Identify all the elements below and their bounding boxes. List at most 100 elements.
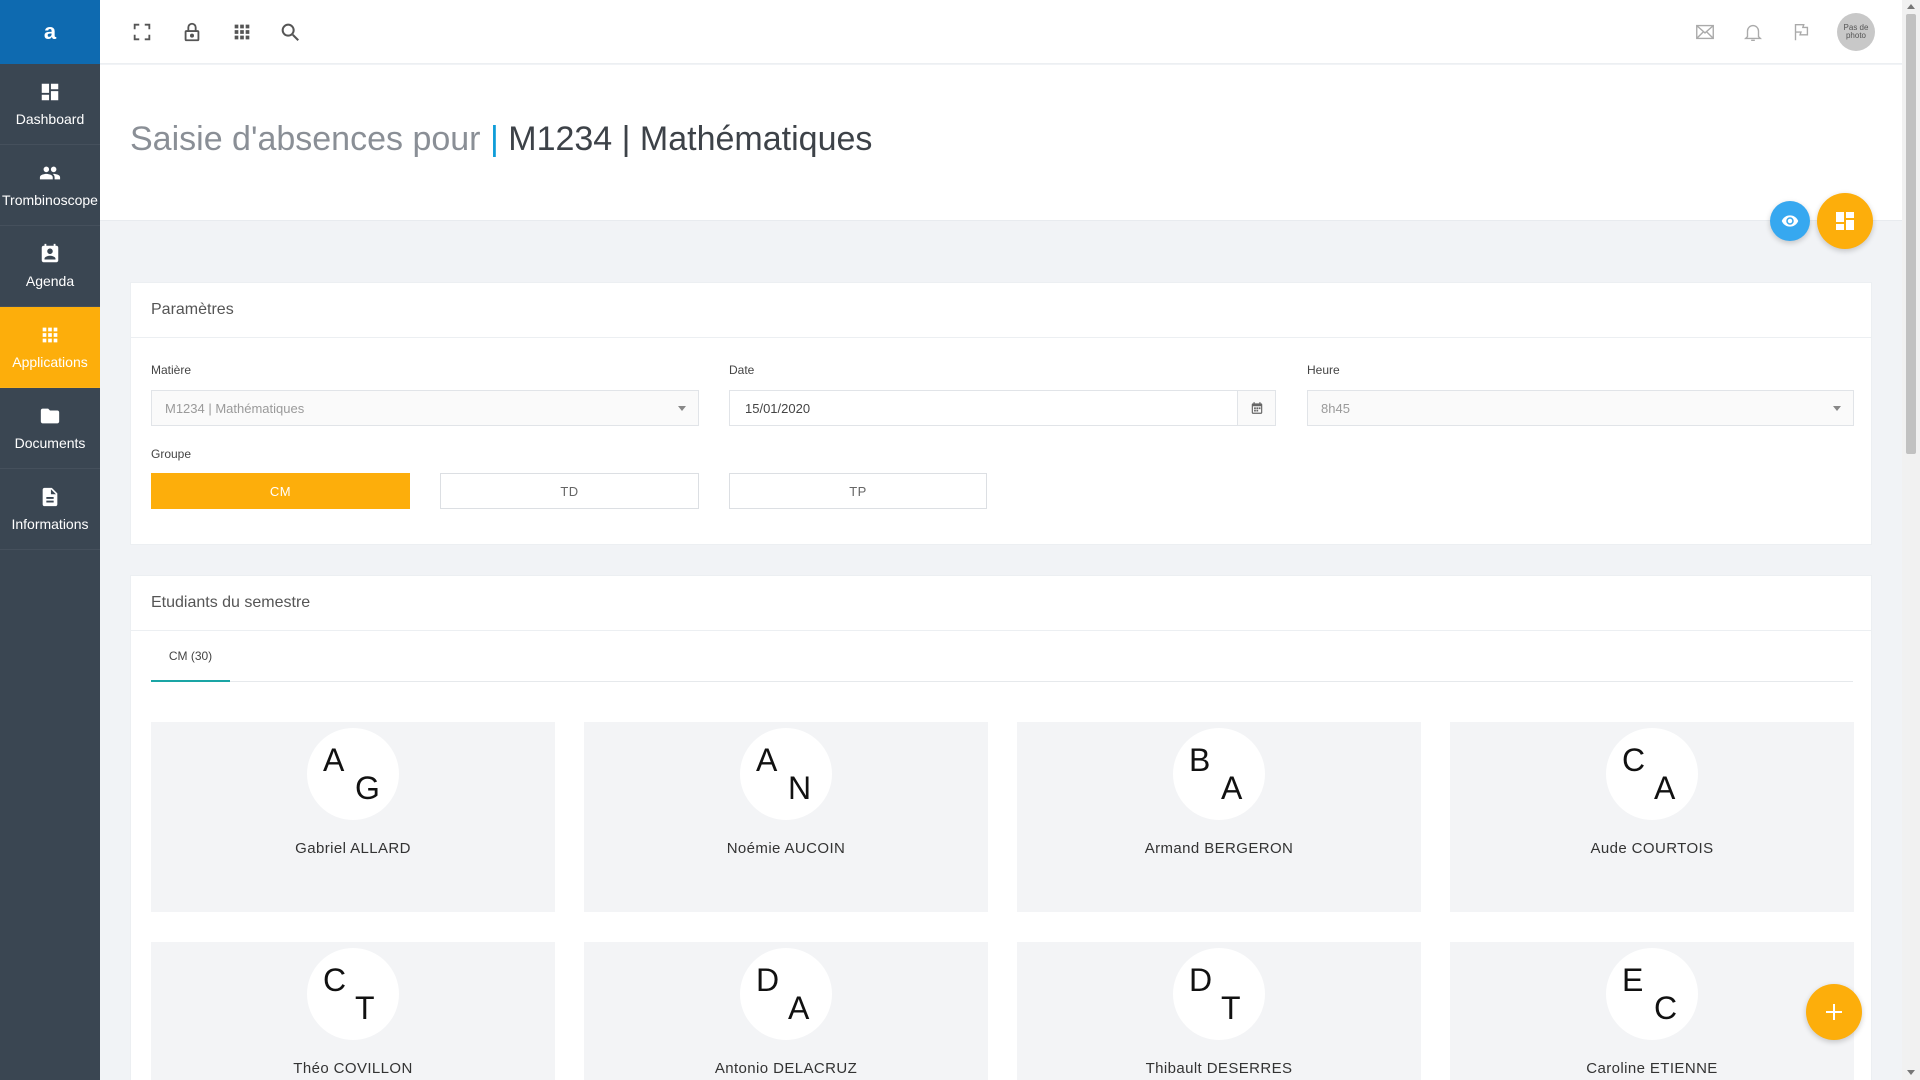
flag-icon[interactable] [1789, 20, 1813, 44]
initial-first: E [1622, 962, 1644, 998]
student-name: Aude COURTOIS [1590, 840, 1714, 857]
initial-second: C [1654, 990, 1678, 1026]
sidebar-item-label: Applications [12, 354, 88, 370]
group-button-cm[interactable]: CM [151, 473, 410, 509]
initial-first: C [1622, 742, 1646, 778]
sidebar-item-label: Informations [11, 516, 89, 532]
avatar: BA [1173, 728, 1265, 820]
add-button[interactable] [1806, 984, 1862, 1040]
search-icon[interactable] [278, 20, 302, 44]
scroll-up-icon[interactable] [1907, 4, 1915, 9]
eye-icon [1781, 215, 1799, 227]
student-card[interactable]: DA Antonio DELACRUZ [584, 942, 988, 1080]
group-button-tp[interactable]: TP [729, 473, 987, 509]
sidebar-item-label: Agenda [25, 273, 75, 289]
initial-first: D [1189, 962, 1213, 998]
contact-book-icon [41, 243, 59, 263]
calendar-icon [1251, 402, 1262, 414]
student-card[interactable]: DT Thibault DESERRES [1017, 942, 1421, 1080]
people-icon [39, 166, 61, 180]
group-tabs: CM (30) [151, 632, 1853, 682]
matiere-value: M1234 | Mathématiques [165, 400, 305, 416]
avatar: EC [1606, 948, 1698, 1040]
initial-first: D [756, 962, 780, 998]
bell-icon[interactable] [1741, 20, 1765, 44]
student-card[interactable]: CA Aude COURTOIS [1450, 722, 1854, 912]
initial-second: N [788, 770, 812, 806]
page-title-prefix: Saisie d'absences pour [130, 120, 481, 158]
student-name: Théo COVILLON [293, 1060, 413, 1077]
avatar: DT [1173, 948, 1265, 1040]
fullscreen-icon[interactable] [130, 20, 154, 44]
plus-icon [1826, 1004, 1842, 1020]
student-name: Caroline ETIENNE [1586, 1060, 1718, 1077]
scroll-thumb[interactable] [1906, 14, 1916, 454]
student-card[interactable]: EC Caroline ETIENNE [1450, 942, 1854, 1080]
sidebar-item-label: Documents [14, 435, 86, 451]
student-name: Gabriel ALLARD [295, 840, 411, 857]
page-title-course: M1234 | Mathématiques [508, 120, 873, 158]
date-value: 15/01/2020 [745, 400, 811, 416]
matiere-select[interactable]: M1234 | Mathématiques [151, 390, 699, 426]
mail-icon[interactable] [1693, 20, 1717, 44]
page-title: Saisie d'absences pour | M1234 | Mathéma… [130, 120, 872, 159]
initial-first: A [323, 742, 345, 778]
initial-second: A [788, 990, 810, 1026]
student-card[interactable]: AG Gabriel ALLARD [151, 722, 555, 912]
initial-first: C [323, 962, 347, 998]
group-button-td[interactable]: TD [440, 473, 699, 509]
initial-second: T [355, 990, 375, 1026]
initial-second: G [355, 770, 380, 806]
student-card[interactable]: BA Armand BERGERON [1017, 722, 1421, 912]
initial-second: A [1221, 770, 1243, 806]
file-icon [42, 487, 58, 507]
parameters-title: Paramètres [131, 283, 1871, 338]
sidebar-item-applications[interactable]: Applications [0, 307, 100, 388]
initial-first: A [756, 742, 778, 778]
sidebar-item-label: Trombinoscope [2, 192, 98, 208]
brand-letter: a [43, 19, 57, 44]
avatar[interactable]: Pas de photo [1837, 13, 1875, 51]
groupe-label: Groupe [151, 447, 192, 461]
avatar: CT [307, 948, 399, 1040]
page-title-separator: | [489, 120, 499, 158]
student-name: Noémie AUCOIN [726, 840, 846, 857]
dashboard-button[interactable] [1817, 193, 1873, 249]
sidebar-item-dashboard[interactable]: Dashboard [0, 64, 100, 145]
initial-first: B [1189, 742, 1211, 778]
student-card[interactable]: CT Théo COVILLON [151, 942, 555, 1080]
scrollbar[interactable] [1902, 0, 1920, 1080]
heure-select[interactable]: 8h45 [1307, 390, 1854, 426]
avatar-text: Pas de photo [1843, 23, 1869, 40]
folder-icon [40, 408, 60, 424]
student-name: Antonio DELACRUZ [714, 1060, 858, 1077]
scroll-down-icon[interactable] [1907, 1070, 1915, 1075]
dashboard-icon [41, 83, 59, 101]
students-title: Etudiants du semestre [131, 576, 1871, 631]
avatar: DA [740, 948, 832, 1040]
chevron-down-icon [678, 406, 686, 411]
avatar: AG [307, 728, 399, 820]
apps-grid-icon[interactable] [230, 20, 254, 44]
sidebar-item-informations[interactable]: Informations [0, 469, 100, 550]
brand-logo[interactable]: a [0, 0, 100, 64]
avatar: AN [740, 728, 832, 820]
sidebar-item-documents[interactable]: Documents [0, 388, 100, 469]
initial-second: T [1221, 990, 1241, 1026]
view-button[interactable] [1770, 201, 1810, 241]
student-card[interactable]: AN Noémie AUCOIN [584, 722, 988, 912]
matiere-label: Matière [151, 363, 192, 377]
page-header: Saisie d'absences pour | M1234 | Mathéma… [100, 65, 1902, 221]
sidebar-item-label: Dashboard [15, 111, 85, 127]
student-name: Armand BERGERON [1144, 840, 1294, 857]
lock-icon[interactable] [180, 20, 204, 44]
initial-second: A [1654, 770, 1676, 806]
student-name: Thibault DESERRES [1145, 1060, 1293, 1077]
parameters-card: Paramètres Matière M1234 | Mathématiques… [130, 282, 1872, 545]
heure-value: 8h45 [1321, 400, 1350, 416]
sidebar-item-trombinoscope[interactable]: Trombinoscope [0, 145, 100, 226]
tab-cm[interactable]: CM (30) [151, 632, 230, 682]
sidebar-item-agenda[interactable]: Agenda [0, 226, 100, 307]
calendar-button[interactable] [1237, 391, 1275, 425]
date-input[interactable]: 15/01/2020 [729, 390, 1276, 426]
